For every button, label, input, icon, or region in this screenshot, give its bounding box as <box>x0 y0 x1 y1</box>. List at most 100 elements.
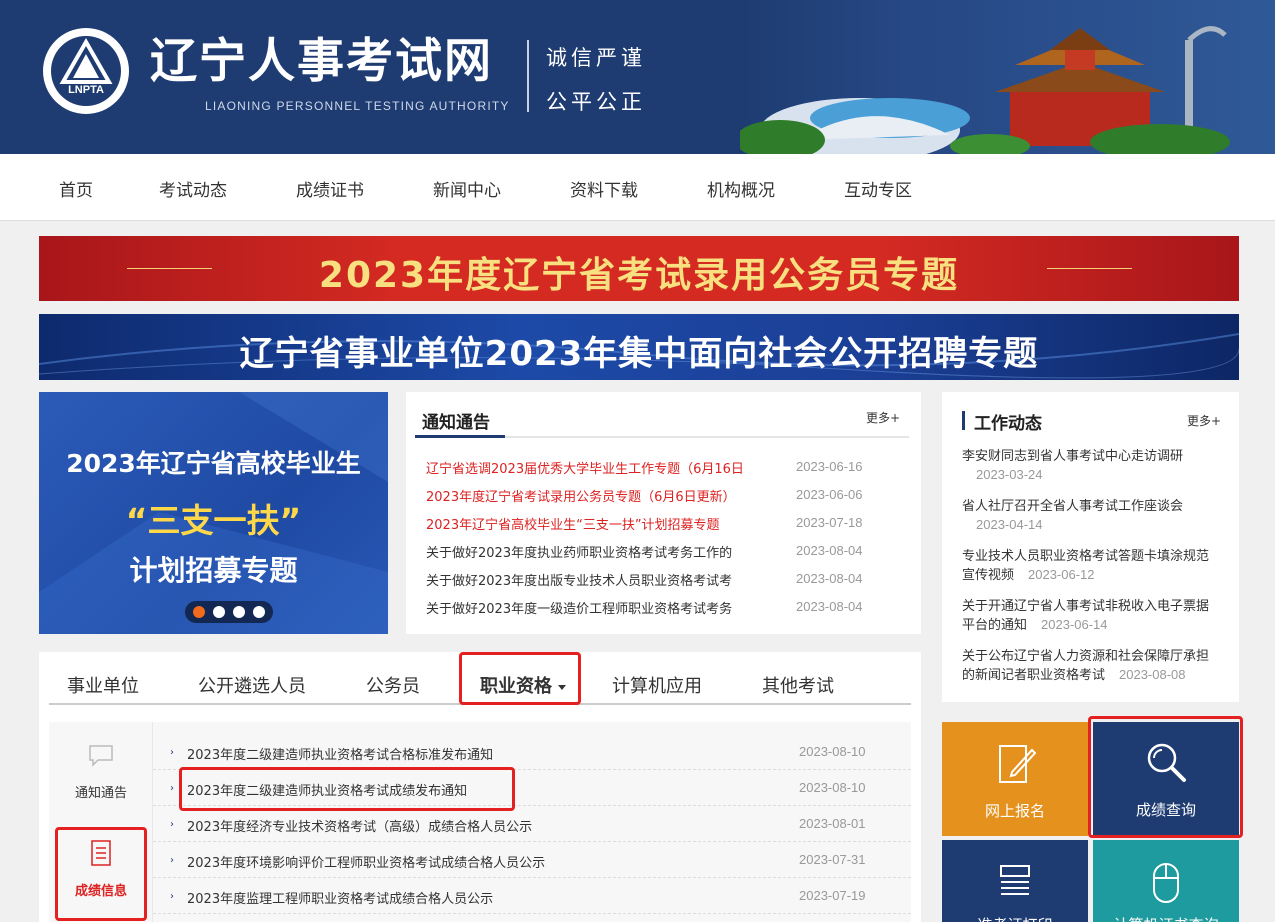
notice-title-underline <box>415 435 505 438</box>
site-header: LNPTA 辽宁人事考试网 LIAONING PERSONNEL TESTING… <box>0 0 1275 154</box>
public-institution-banner-text: 辽宁省事业单位2023年集中面向社会公开招聘专题 <box>239 334 1039 374</box>
carousel-line3: 计划招募专题 <box>129 554 298 587</box>
notice-item[interactable]: 2023年度辽宁省考试录用公务员专题（6月6日更新） <box>426 486 766 505</box>
tile-label: 准考证打印 <box>942 914 1088 922</box>
list-item-date: 2023-08-01 <box>799 816 866 831</box>
tab-other-exams[interactable]: 其他考试 <box>762 672 834 698</box>
slogan-line2: 公平公正 <box>546 90 646 114</box>
civil-servant-banner-text: 2023年度辽宁省考试录用公务员专题 <box>318 255 960 296</box>
main-nav: 首页 考试动态 成绩证书 新闻中心 资料下载 机构概况 互动专区 <box>0 154 1275 221</box>
work-item-title-cont: 宣传视频 <box>962 568 1015 583</box>
carousel-dot-2[interactable] <box>213 606 225 618</box>
work-item-title: 专业技术人员职业资格考试答题卡填涂规范 <box>962 549 1210 564</box>
work-news-panel: 工作动态 更多+ 李安财同志到省人事考试中心走访调研 2023-03-24 省人… <box>942 392 1239 702</box>
bullet-icon: › <box>170 783 174 794</box>
notice-item[interactable]: 关于做好2023年度出版专业技术人员职业资格考试考 <box>426 570 766 589</box>
work-item-date: 2023-03-24 <box>976 467 1043 482</box>
nav-home[interactable]: 首页 <box>59 176 93 201</box>
list-item-title: 2023年度环境影响评价工程师职业资格考试成绩合格人员公示 <box>187 856 546 871</box>
list-item[interactable]: › 2023年度经济专业技术资格考试（高级）成绩合格人员公示 2023-08-0… <box>153 806 911 842</box>
work-item[interactable]: 李安财同志到省人事考试中心走访调研 2023-03-24 <box>962 448 1232 485</box>
notice-date: 2023-07-18 <box>796 515 863 530</box>
slogan-line1: 诚信严谨 <box>546 46 646 70</box>
bullet-icon: › <box>170 891 174 902</box>
score-tile-highlight-box <box>1088 716 1243 838</box>
carousel-dot-4[interactable] <box>253 606 265 618</box>
notice-date: 2023-08-04 <box>796 571 863 586</box>
work-item-title-cont: 的新闻记者职业资格考试 <box>962 668 1106 683</box>
tab-civil-servant[interactable]: 公务员 <box>366 672 420 698</box>
work-more-link[interactable]: 更多+ <box>1187 412 1221 429</box>
notice-title[interactable]: 通知通告 <box>422 408 490 433</box>
work-item-date: 2023-08-08 <box>1119 667 1186 682</box>
computer-certificate-tile[interactable]: 计算机证书查询 <box>1093 840 1239 922</box>
tab-highlight-box <box>459 652 581 705</box>
side-item-label: 通知通告 <box>74 786 127 801</box>
notice-date: 2023-08-04 <box>796 543 863 558</box>
header-divider <box>527 40 529 112</box>
list-item[interactable]: › 2023年度环境影响评价工程师职业资格考试成绩合格人员公示 2023-07-… <box>153 842 911 878</box>
notice-more-link[interactable]: 更多+ <box>866 409 900 426</box>
list-item[interactable]: › 2023年度二级建造师执业资格考试合格标准发布通知 2023-08-10 <box>153 734 911 770</box>
notice-item[interactable]: 2023年辽宁省高校毕业生“三支一扶”计划招募专题 <box>426 514 766 533</box>
bullet-icon: › <box>170 747 174 758</box>
public-institution-banner[interactable]: 辽宁省事业单位2023年集中面向社会公开招聘专题 <box>39 314 1239 380</box>
nav-news-center[interactable]: 新闻中心 <box>433 176 501 201</box>
tile-label: 计算机证书查询 <box>1093 914 1239 922</box>
nav-scores-certificates[interactable]: 成绩证书 <box>296 176 364 201</box>
logo-emblem: LNPTA <box>51 36 121 106</box>
notice-date: 2023-08-04 <box>796 599 863 614</box>
work-item[interactable]: 关于开通辽宁省人事考试非税收入电子票据 平台的通知 2023-06-14 <box>962 598 1232 635</box>
logo-text: LNPTA <box>68 84 104 96</box>
work-item-date: 2023-06-14 <box>1041 617 1108 632</box>
nav-interaction[interactable]: 互动专区 <box>844 176 912 201</box>
mouse-icon <box>1153 863 1179 903</box>
list-item-date: 2023-07-19 <box>799 888 866 903</box>
work-item[interactable]: 专业技术人员职业资格考试答题卡填涂规范 宣传视频 2023-06-12 <box>962 548 1232 585</box>
work-item[interactable]: 关于公布辽宁省人力资源和社会保障厅承担 的新闻记者职业资格考试 2023-08-0… <box>962 648 1232 685</box>
carousel-line1: 2023年辽宁省高校毕业生 <box>66 449 361 478</box>
site-title[interactable]: 辽宁人事考试网 <box>150 34 493 90</box>
list-highlight-box <box>179 767 515 811</box>
site-logo[interactable]: LNPTA <box>43 28 129 114</box>
notice-item[interactable]: 辽宁省选调2023届优秀大学毕业生工作专题（6月16日 <box>426 458 766 477</box>
site-subtitle: LIAONING PERSONNEL TESTING AUTHORITY <box>205 99 510 113</box>
carousel-dot-1[interactable] <box>193 606 205 618</box>
printer-icon <box>1000 865 1030 895</box>
tab-open-selection[interactable]: 公开遴选人员 <box>198 672 306 698</box>
work-item[interactable]: 省人社厅召开全省人事考试工作座谈会 2023-04-14 <box>962 498 1232 535</box>
notice-panel: 通知通告 更多+ 辽宁省选调2023届优秀大学毕业生工作专题（6月16日 202… <box>406 392 921 634</box>
bullet-icon: › <box>170 819 174 830</box>
tab-computer-application[interactable]: 计算机应用 <box>612 672 702 698</box>
civil-servant-banner[interactable]: 2023年度辽宁省考试录用公务员专题 <box>39 236 1239 301</box>
speech-bubble-icon <box>89 745 113 767</box>
notice-date: 2023-06-16 <box>796 459 863 474</box>
carousel-dots <box>185 601 273 623</box>
list-item-date: 2023-08-10 <box>799 780 866 795</box>
work-item-title: 李安财同志到省人事考试中心走访调研 <box>962 449 1184 464</box>
work-title[interactable]: 工作动态 <box>974 409 1042 434</box>
bullet-icon: › <box>170 855 174 866</box>
nav-downloads[interactable]: 资料下载 <box>570 176 638 201</box>
carousel-dot-3[interactable] <box>233 606 245 618</box>
work-item-title-cont: 平台的通知 <box>962 618 1028 633</box>
notice-item[interactable]: 关于做好2023年度执业药师职业资格考试考务工作的 <box>426 542 766 561</box>
admission-ticket-tile[interactable]: 准考证打印 <box>942 840 1088 922</box>
online-registration-tile[interactable]: 网上报名 <box>942 722 1088 836</box>
list-item-title: 2023年度经济专业技术资格考试（高级）成绩合格人员公示 <box>187 820 533 835</box>
work-item-title: 关于公布辽宁省人力资源和社会保障厅承担 <box>962 649 1210 664</box>
work-title-bar <box>962 411 965 430</box>
feature-carousel[interactable]: 2023年辽宁省高校毕业生 “三支一扶” 计划招募专题 <box>39 392 388 634</box>
work-item-title: 省人社厅召开全省人事考试工作座谈会 <box>962 499 1184 514</box>
list-item[interactable]: › 2023年度监理工程师职业资格考试成绩合格人员公示 2023-07-19 <box>153 878 911 914</box>
work-item-date: 2023-04-14 <box>976 517 1043 532</box>
nav-exam-news[interactable]: 考试动态 <box>159 176 227 201</box>
work-item-date: 2023-06-12 <box>1028 567 1095 582</box>
notice-date: 2023-06-06 <box>796 487 863 502</box>
list-item-date: 2023-08-10 <box>799 744 866 759</box>
tab-public-institution[interactable]: 事业单位 <box>67 672 139 698</box>
carousel-line2: “三支一扶” <box>125 501 302 540</box>
notice-item[interactable]: 关于做好2023年度一级造价工程师职业资格考试考务 <box>426 598 766 617</box>
side-item-notices[interactable]: 通知通告 <box>49 744 153 801</box>
nav-about[interactable]: 机构概况 <box>707 176 775 201</box>
